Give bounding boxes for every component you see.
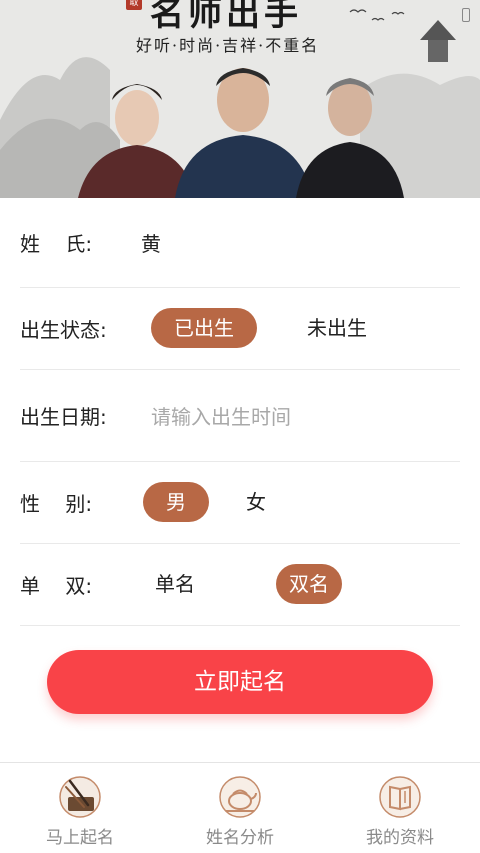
- book-icon: [379, 776, 421, 818]
- woman-face: [115, 90, 159, 146]
- battery-icon: [462, 8, 470, 22]
- man-center-jacket: [175, 135, 313, 198]
- male-option[interactable]: 男: [143, 482, 209, 522]
- birth-date-row[interactable]: 出生日期: 请输入出生时间: [20, 370, 460, 462]
- surname-value[interactable]: 黄: [141, 228, 161, 257]
- nav-label-profile: 我的资料: [366, 828, 434, 848]
- birth-status-label: 出生状态:: [20, 318, 107, 342]
- birth-date-label: 出生日期:: [20, 405, 107, 429]
- name-length-label: 单 双:: [20, 574, 93, 598]
- promo-banner[interactable]: 取 名师出手 好听·时尚·吉祥·不重名: [0, 0, 480, 198]
- birth-date-input[interactable]: 请输入出生时间: [151, 401, 291, 430]
- banner-subtitle: 好听·时尚·吉祥·不重名: [136, 36, 320, 55]
- nav-label-naming: 马上起名: [46, 828, 114, 848]
- nav-item-naming[interactable]: 马上起名: [0, 763, 160, 853]
- surname-label: 姓 氏:: [20, 232, 93, 256]
- bird-1: [349, 9, 367, 13]
- pavilion-body: [428, 40, 448, 62]
- bottom-nav: 马上起名 姓名分析 我的资料: [0, 762, 480, 853]
- unborn-option[interactable]: 未出生: [284, 308, 390, 348]
- double-name-option[interactable]: 双名: [276, 564, 342, 604]
- gender-row: 性 别: 男 女: [20, 462, 460, 544]
- naming-form: 姓 氏: 黄 出生状态: 已出生 未出生 出生日期: 请输入出生时间 性 别: …: [20, 198, 460, 626]
- female-option[interactable]: 女: [223, 482, 289, 522]
- nav-item-analysis[interactable]: 姓名分析: [160, 763, 320, 853]
- brush-icon: [59, 776, 101, 818]
- bird-3: [391, 11, 405, 15]
- teapot-icon: [219, 776, 261, 818]
- banner-title: 名师出手: [150, 0, 302, 34]
- birth-status-row: 出生状态: 已出生 未出生: [20, 288, 460, 370]
- single-name-option[interactable]: 单名: [142, 564, 208, 604]
- nav-item-profile[interactable]: 我的资料: [320, 763, 480, 853]
- pavilion-roof: [420, 20, 456, 40]
- generate-name-button[interactable]: 立即起名: [47, 650, 433, 714]
- nav-label-analysis: 姓名分析: [206, 828, 274, 848]
- banner-seal: 取: [126, 0, 142, 10]
- born-option[interactable]: 已出生: [151, 308, 257, 348]
- gender-label: 性 别:: [20, 492, 93, 516]
- bird-2: [371, 17, 385, 21]
- surname-row: 姓 氏: 黄: [20, 198, 460, 288]
- name-length-row: 单 双: 单名 双名: [20, 544, 460, 626]
